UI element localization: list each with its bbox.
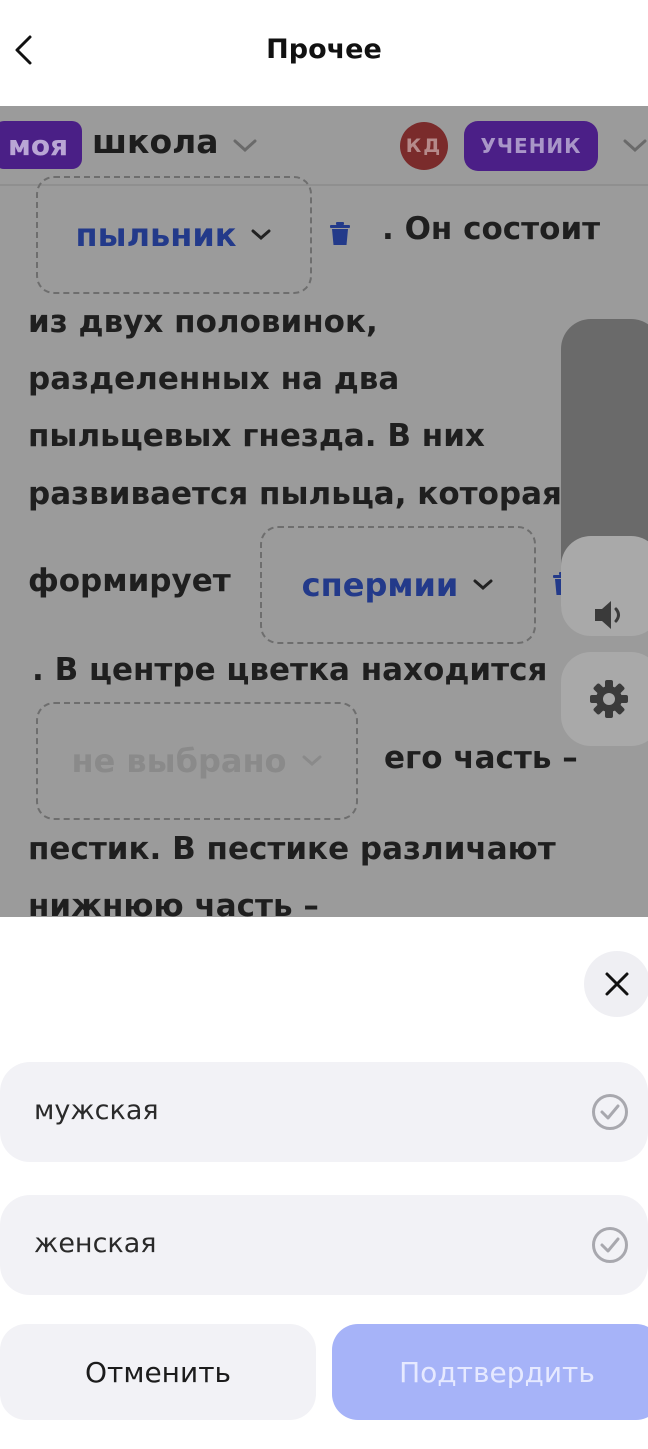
answer-dropdown-2[interactable]: спермии — [260, 526, 536, 644]
lesson-content: моя школа КД УЧЕНИК пыльник . Он состоит… — [0, 106, 648, 917]
confirm-button[interactable]: Подтвердить — [332, 1324, 648, 1420]
option-label: женская — [34, 1228, 157, 1259]
text-line: формирует — [28, 563, 231, 599]
gear-icon — [590, 680, 628, 718]
page-title: Прочее — [266, 34, 382, 65]
close-icon — [605, 972, 629, 996]
dropdown-value: пыльник — [75, 216, 237, 254]
trash-icon[interactable] — [329, 222, 351, 246]
text-line: . В центре цветка находится — [32, 652, 548, 688]
text-line: . Он состоит — [382, 211, 601, 247]
text-line: пестик. В пестике различают — [28, 831, 556, 867]
option-label: мужская — [34, 1095, 159, 1126]
text-line: развивается пыльца, которая — [28, 476, 562, 512]
school-header: моя школа КД УЧЕНИК — [0, 106, 648, 186]
check-circle-icon — [592, 1094, 628, 1130]
text-line: нижнюю часть – — [28, 888, 319, 917]
text-line: пыльцевых гнезда. В них — [28, 418, 485, 454]
chevron-down-icon — [473, 579, 493, 590]
text-line: разделенных на два — [28, 361, 400, 397]
settings-button[interactable] — [561, 652, 648, 746]
dropdown-value: не выбрано — [71, 742, 287, 780]
answer-dropdown-1[interactable]: пыльник — [36, 176, 312, 294]
cancel-button[interactable]: Отменить — [0, 1324, 316, 1420]
answer-dropdown-3[interactable]: не выбрано — [36, 702, 358, 820]
chevron-down-icon[interactable] — [622, 138, 648, 154]
chevron-down-icon[interactable] — [232, 138, 258, 154]
dropdown-value: спермии — [301, 566, 459, 604]
option-female[interactable]: женская — [0, 1195, 648, 1295]
text-line: из двух половинок, — [28, 304, 378, 340]
chevron-down-icon — [251, 229, 271, 240]
speaker-icon — [595, 601, 620, 629]
close-button[interactable] — [584, 951, 648, 1017]
top-bar: Прочее — [0, 0, 648, 106]
school-badge: моя — [0, 121, 83, 169]
chevron-down-icon — [302, 755, 322, 766]
text-line: его часть – — [384, 740, 578, 776]
role-badge: УЧЕНИК — [464, 121, 598, 171]
avatar[interactable]: КД — [400, 122, 448, 170]
bottom-sheet: мужская женская Отменить Подтвердить — [0, 917, 648, 1449]
check-circle-icon — [592, 1227, 628, 1263]
option-male[interactable]: мужская — [0, 1062, 648, 1162]
sound-button[interactable] — [561, 536, 648, 636]
school-title: школа — [92, 122, 219, 161]
